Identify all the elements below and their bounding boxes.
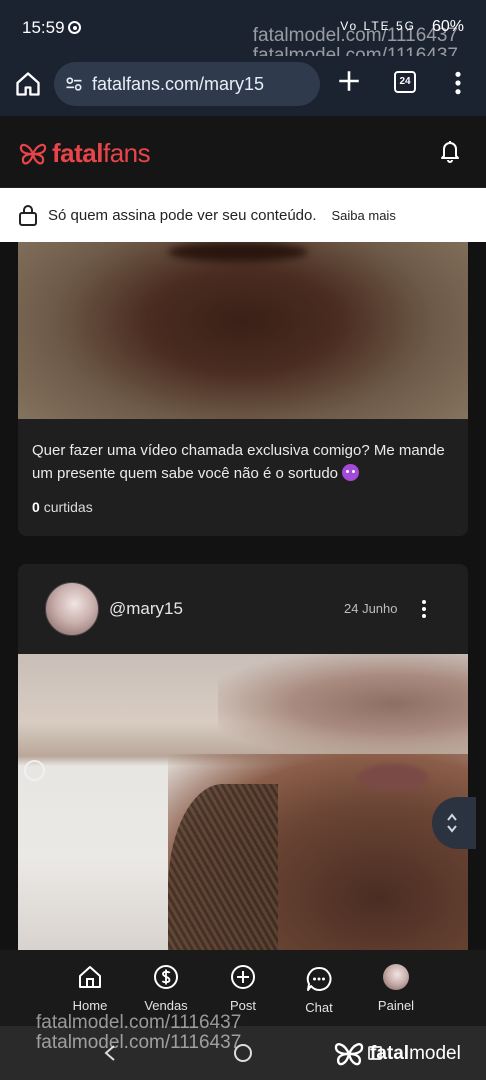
fatalmodel-logo: fatalmodel [332, 1040, 461, 1068]
logo-bold: fatal [370, 1043, 410, 1064]
dollar-icon [154, 965, 178, 989]
likes-label: curtidas [43, 499, 93, 515]
nav-item-post[interactable]: Post [205, 964, 281, 1013]
subscription-banner: Só quem assina pode ver seu conteúdo. Sa… [0, 188, 486, 242]
lock-icon [19, 205, 37, 226]
fast-scroll-handle[interactable] [432, 797, 476, 849]
nav-item-vendas[interactable]: Vendas [128, 964, 204, 1013]
system-home-button[interactable] [234, 1044, 252, 1062]
address-bar[interactable]: fatalfans.com/mary15 [54, 62, 320, 106]
post-media[interactable] [18, 654, 468, 950]
select-circle-icon[interactable] [24, 760, 45, 781]
bell-icon[interactable] [438, 138, 462, 164]
logo-wordmark: fatalfans [52, 138, 151, 169]
likes-number: 0 [32, 499, 40, 515]
subscription-message: Só quem assina pode ver seu conteúdo. [48, 206, 317, 224]
new-tab-icon[interactable] [336, 68, 362, 94]
butterfly-logo-icon [19, 143, 47, 164]
nav-label: Post [229, 998, 256, 1013]
chat-icon [306, 966, 332, 991]
butterfly-logo-icon [334, 1042, 364, 1066]
recording-indicator-icon [68, 21, 81, 34]
home-icon [79, 966, 101, 988]
nav-label: Painel [377, 998, 415, 1013]
nav-item-painel[interactable]: Painel [358, 964, 434, 1013]
post-card: Quer fazer uma vídeo chamada exclusiva c… [18, 242, 468, 536]
overflow-menu-icon[interactable] [450, 70, 466, 96]
back-icon[interactable] [102, 1044, 118, 1062]
caption-text: Quer fazer uma vídeo chamada exclusiva c… [32, 442, 445, 482]
nav-label: Chat [305, 1000, 333, 1015]
media-lips [358, 764, 428, 792]
devil-emoji-icon [342, 464, 360, 481]
logo-light: fans [102, 138, 151, 168]
tab-switcher-button[interactable]: 24 [394, 71, 416, 93]
post-media[interactable] [18, 242, 468, 419]
avatar[interactable] [45, 582, 99, 636]
nav-label: Home [72, 998, 108, 1013]
site-settings-icon[interactable] [64, 74, 84, 94]
fatalfans-logo[interactable]: fatalfans [18, 138, 151, 169]
post-card: @mary15 24 Junho [18, 564, 468, 950]
media-shadow [168, 242, 308, 262]
url-text: fatalfans.com/mary15 [92, 73, 265, 94]
browser-toolbar: fatalfans.com/mary15 24 [0, 56, 486, 116]
home-icon[interactable] [14, 70, 42, 98]
bottom-navigation: Home Vendas Post Chat Painel [0, 950, 486, 1026]
plus-circle-icon [231, 965, 255, 989]
logo-wordmark: fatalmodel [370, 1043, 461, 1065]
nav-item-chat[interactable]: Chat [281, 966, 357, 1015]
post-caption: Quer fazer uma vídeo chamada exclusiva c… [32, 439, 452, 485]
likes-count: 0 curtidas [32, 499, 93, 515]
nav-item-home[interactable]: Home [52, 964, 128, 1013]
signal-indicators: Vo LTE 5G [340, 19, 416, 33]
post-author-handle[interactable]: @mary15 [109, 599, 183, 619]
post-date: 24 Junho [344, 601, 398, 616]
status-bar: 15:59 Vo LTE 5G 60% [0, 0, 486, 56]
post-options-icon[interactable] [420, 599, 428, 619]
app-header: fatalfans [0, 116, 486, 188]
logo-light: model [409, 1043, 461, 1064]
status-time: 15:59 [22, 18, 65, 37]
battery-level: 60% [431, 18, 464, 35]
nav-label: Vendas [144, 998, 188, 1013]
learn-more-link[interactable]: Saiba mais [332, 208, 396, 223]
scroll-arrows-icon [447, 813, 457, 833]
avatar [383, 964, 409, 990]
media-blur-region [218, 654, 468, 754]
post-feed[interactable]: Quer fazer uma vídeo chamada exclusiva c… [0, 242, 486, 950]
logo-bold: fatal [52, 138, 103, 168]
